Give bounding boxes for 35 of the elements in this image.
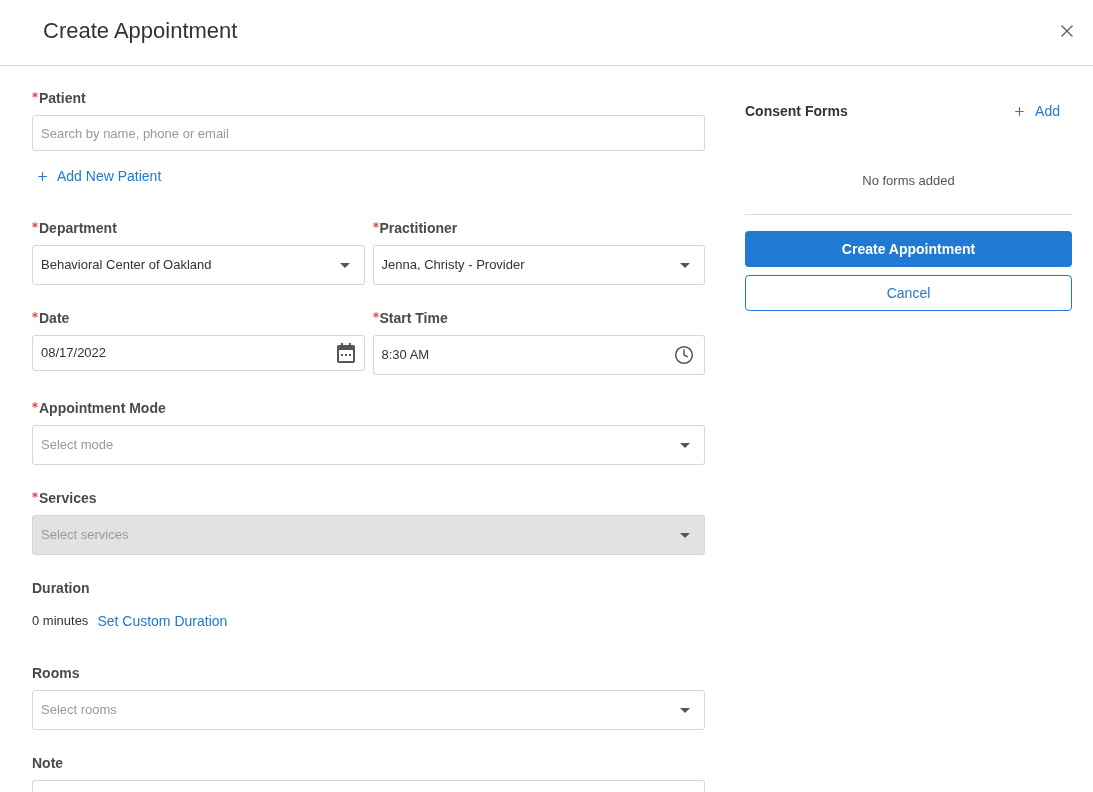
caret-down-icon — [680, 532, 690, 538]
add-new-patient-link[interactable]: Add New Patient — [32, 167, 162, 185]
caret-down-icon — [680, 262, 690, 268]
field-label: Department — [39, 219, 117, 237]
field-label: Appointment Mode — [39, 399, 166, 417]
set-custom-duration-link[interactable]: Set Custom Duration — [97, 610, 228, 632]
field-label: Date — [39, 309, 70, 327]
field-label: Note — [32, 754, 64, 772]
field-label: Duration — [32, 579, 90, 597]
patient-search-field[interactable]: Search by name, phone or email — [32, 115, 705, 151]
consent-forms-heading: Consent Forms — [745, 101, 848, 121]
calendar-icon — [336, 343, 355, 363]
field-label: Start Time — [379, 309, 448, 327]
select-field[interactable]: Select rooms — [32, 690, 705, 730]
duration-value: 0 minutes — [32, 612, 89, 631]
select-field[interactable]: Behavioral Center of Oakland — [32, 245, 365, 285]
field-label: Patient — [39, 89, 86, 107]
clock-icon — [674, 345, 694, 365]
date-field[interactable]: 08/17/2022 — [32, 335, 365, 371]
caret-down-icon — [339, 262, 350, 268]
field-label: Practitioner — [379, 219, 458, 237]
caret-down-icon — [680, 707, 690, 713]
plus-icon — [36, 169, 49, 183]
create-appointment-button[interactable]: Create Appointment — [745, 231, 1072, 267]
dialog-title: Create Appointment — [43, 16, 238, 45]
plus-icon — [1013, 104, 1027, 118]
caret-down-icon — [680, 442, 690, 448]
cancel-button[interactable]: Cancel — [745, 275, 1072, 311]
add-consent-form-link[interactable]: Add — [1013, 100, 1072, 122]
select-field[interactable]: Jenna, Christy - Provider — [372, 245, 705, 285]
field-label: Services — [39, 489, 97, 507]
time-field[interactable]: 8:30 AM — [372, 335, 705, 375]
empty-forms-message: No forms added — [862, 173, 955, 189]
select-field[interactable]: Select mode — [32, 425, 705, 465]
field-label: Rooms — [32, 664, 80, 682]
